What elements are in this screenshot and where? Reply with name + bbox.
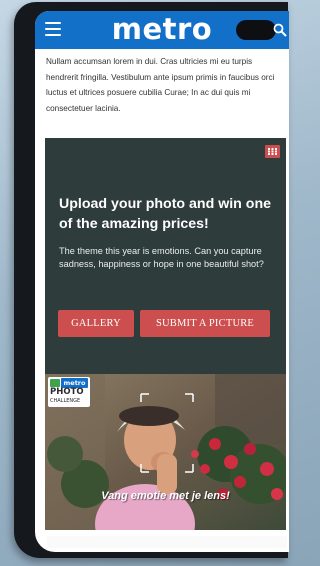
bottom-bar — [47, 536, 287, 548]
promo-title: Upload your photo and win one of the ama… — [59, 196, 272, 232]
submit-picture-button[interactable]: SUBMIT A PICTURE — [140, 310, 270, 337]
metro-photo-challenge-logo: metro PHOTO CHALLENGE — [48, 377, 90, 407]
gallery-button[interactable]: GALLERY — [58, 310, 134, 337]
phone-frame: metro Nullam accumsan lorem in dui. Cras… — [14, 2, 289, 558]
phone-screen: metro Nullam accumsan lorem in dui. Cras… — [35, 11, 289, 552]
badge-icon — [50, 379, 60, 387]
challenge-photo[interactable]: metro PHOTO CHALLENGE Vang emotie met je… — [45, 374, 286, 530]
logo-photo-text: PHOTO — [50, 387, 84, 397]
top-navigation-bar: metro — [35, 11, 289, 49]
article-paragraph: Nullam accumsan lorem in dui. Cras ultri… — [46, 57, 275, 113]
photo-challenge-promo: Upload your photo and win one of the ama… — [45, 138, 286, 374]
grid-menu-icon[interactable] — [265, 145, 280, 158]
promo-description: The theme this year is emotions. Can you… — [59, 246, 264, 269]
search-icon[interactable] — [273, 23, 287, 37]
logo-challenge-text: CHALLENGE — [50, 398, 81, 404]
camera-cutout — [236, 20, 276, 40]
photo-caption: Vang emotie met je lens! — [101, 490, 230, 502]
